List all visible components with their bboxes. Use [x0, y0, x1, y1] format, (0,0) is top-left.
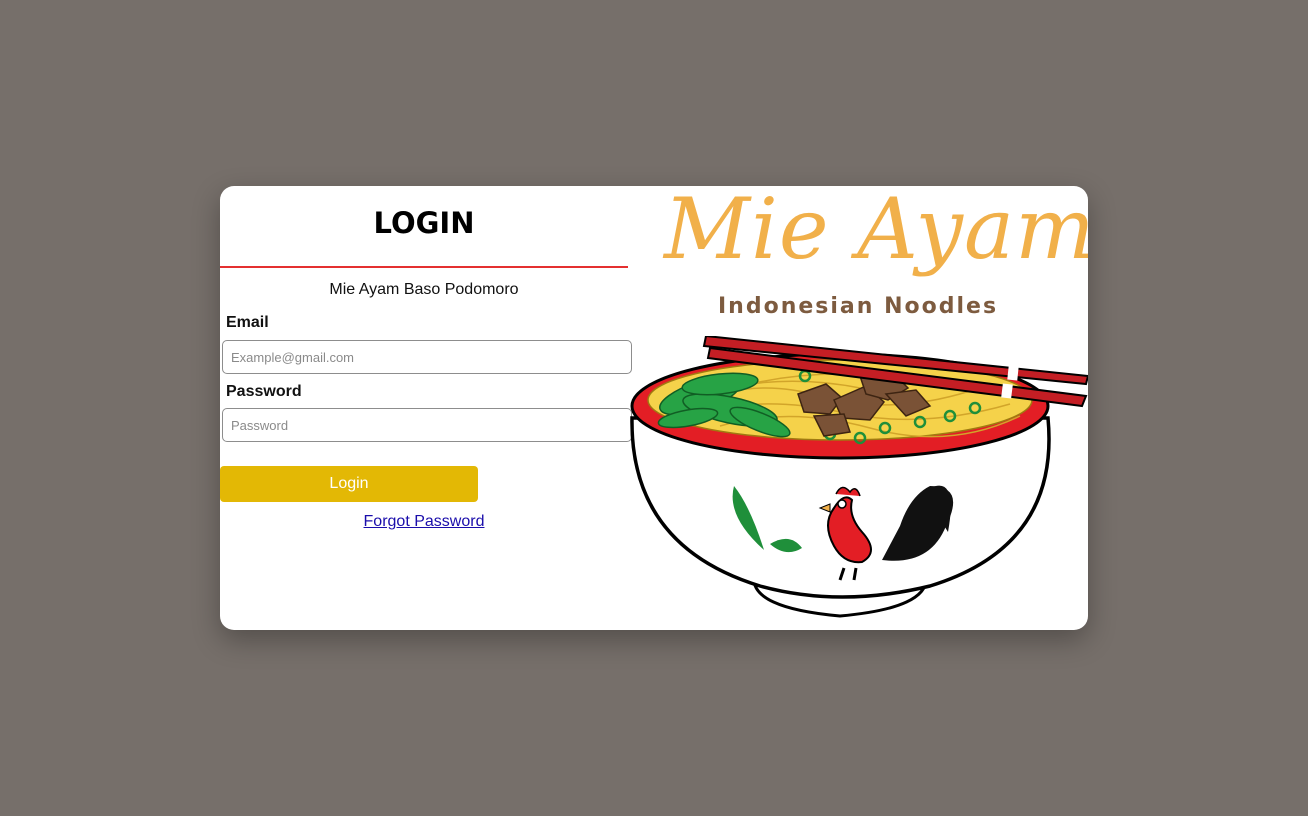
- title-divider: [220, 266, 628, 268]
- brand-panel: Mie Ayam Indonesian Noodles: [630, 186, 1088, 630]
- password-field[interactable]: [222, 408, 632, 442]
- login-form-panel: LOGIN Mie Ayam Baso Podomoro Email Passw…: [220, 186, 632, 630]
- brand-logo-subtitle: Indonesian Noodles: [718, 294, 999, 319]
- email-field[interactable]: [222, 340, 632, 374]
- rooster-bowl-icon: [630, 336, 1088, 618]
- login-card: LOGIN Mie Ayam Baso Podomoro Email Passw…: [220, 186, 1088, 630]
- page: LOGIN Mie Ayam Baso Podomoro Email Passw…: [0, 0, 1308, 816]
- password-label: Password: [226, 383, 302, 400]
- email-label: Email: [226, 314, 269, 331]
- forgot-password-link[interactable]: Forgot Password: [220, 513, 628, 531]
- login-button[interactable]: Login: [220, 466, 478, 502]
- page-title: LOGIN: [373, 206, 475, 240]
- restaurant-name: Mie Ayam Baso Podomoro: [329, 281, 519, 298]
- brand-logo-title: Mie Ayam: [664, 186, 1088, 278]
